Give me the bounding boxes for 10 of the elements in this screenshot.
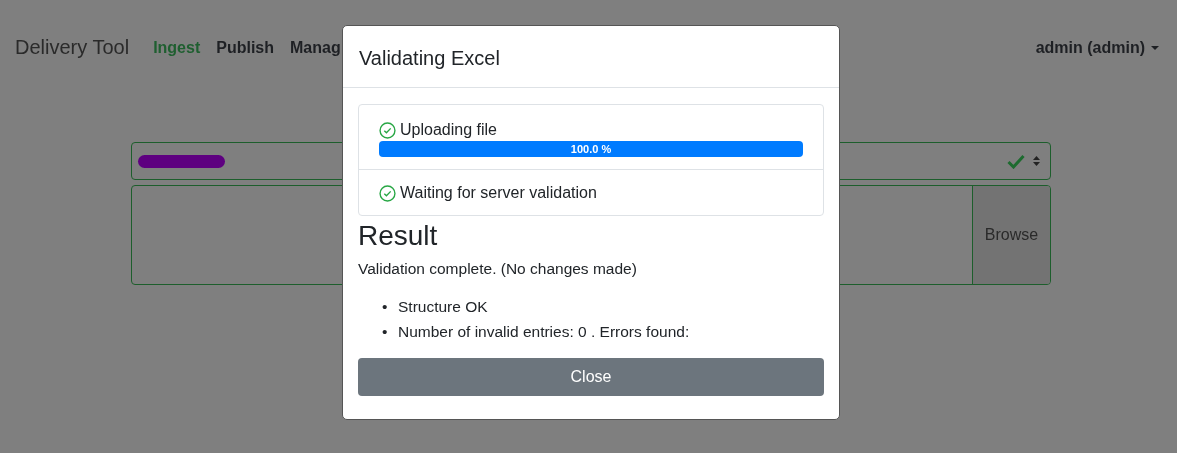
result-text: Validation complete. (No changes made): [358, 260, 638, 278]
progress-fill: 100.0 %: [379, 141, 803, 157]
step-label: Waiting for server validation: [400, 184, 597, 202]
result-heading: Result: [358, 220, 439, 252]
step-label: Uploading file: [400, 121, 497, 139]
list-bullet: •: [382, 297, 389, 317]
dialog-title: Validating Excel: [359, 47, 500, 70]
list-bullet: •: [382, 322, 389, 342]
result-item: Number of invalid entries: 0 . Errors found:: [398, 322, 690, 342]
result-item: Structure OK: [398, 297, 488, 317]
